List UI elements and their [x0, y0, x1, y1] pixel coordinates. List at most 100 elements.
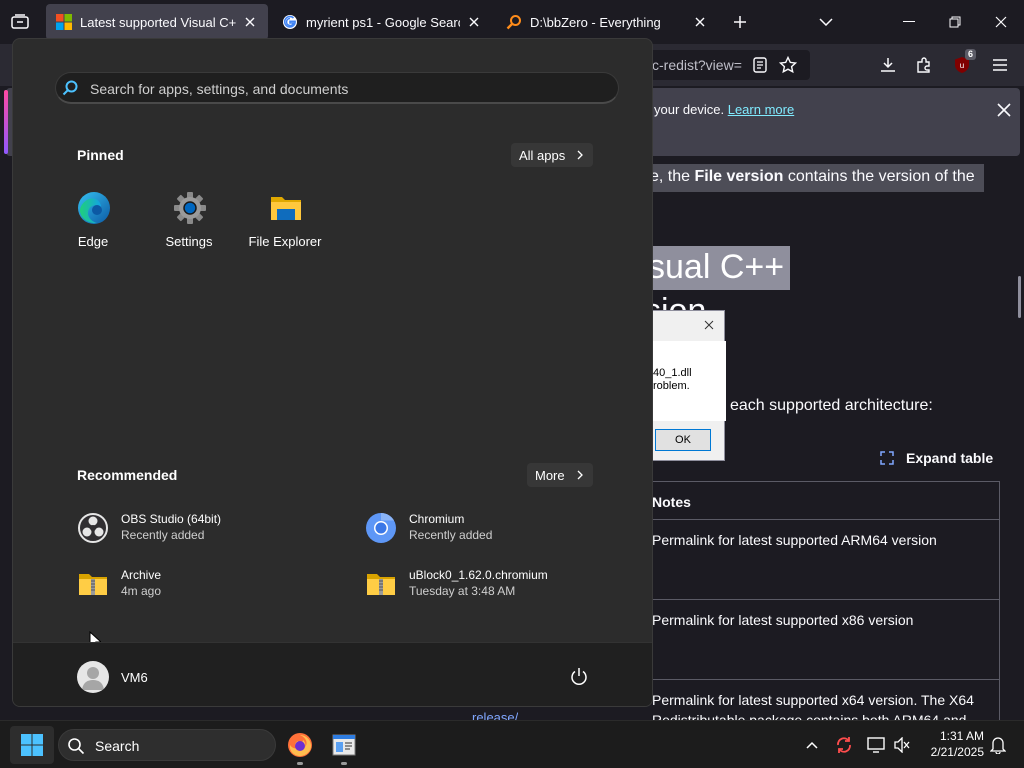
display-network-icon[interactable]: [866, 735, 886, 755]
folder-icon: [271, 197, 301, 220]
taskbar-firefox[interactable]: [282, 727, 318, 765]
firefox-view-icon[interactable]: [8, 11, 32, 33]
ublock-origin-icon[interactable]: u 6: [950, 49, 976, 77]
dialog-message-line: 40_1.dll: [653, 367, 692, 379]
minimize-window-icon[interactable]: [886, 0, 932, 44]
start-button[interactable]: [10, 726, 54, 764]
pinned-app-edge[interactable]: Edge: [45, 191, 141, 261]
zip-folder-icon: [79, 574, 107, 595]
recommended-item-archive[interactable]: Archive 4m ago: [77, 565, 337, 605]
taskbar-search-label: Search: [95, 738, 140, 754]
sidebar-accent-strip: [4, 90, 8, 154]
taskbar-control-panel[interactable]: [326, 727, 362, 765]
windows-logo-icon: [21, 734, 43, 756]
start-search-input[interactable]: Search for apps, settings, and documents: [55, 72, 619, 104]
close-tab-icon[interactable]: [242, 14, 258, 30]
sync-red-icon[interactable]: [834, 735, 854, 755]
pinned-app-settings[interactable]: Settings: [141, 191, 237, 261]
downloads-icon[interactable]: [876, 53, 900, 77]
start-menu-footer: VM6: [13, 642, 652, 706]
power-icon[interactable]: [569, 667, 589, 687]
clock-time: 1:31 AM: [939, 729, 984, 743]
notification-message: your device.: [654, 102, 725, 117]
notifications-bell-icon[interactable]: [988, 735, 1008, 755]
reader-view-icon[interactable]: [748, 53, 772, 77]
recommended-name: OBS Studio (64bit): [121, 512, 222, 526]
expand-table-label: Expand table: [906, 450, 994, 466]
table-header-notes: Notes: [652, 494, 691, 510]
bookmark-star-icon[interactable]: [776, 53, 800, 77]
bold-text: File version: [694, 168, 784, 185]
release-link[interactable]: release/: [472, 710, 518, 720]
recommended-subtitle: Recently added: [409, 528, 493, 542]
recommended-name: Chromium: [409, 512, 465, 526]
dialog-message-line: roblem.: [653, 380, 690, 392]
chevron-right-icon: [577, 150, 584, 160]
app-label: Settings: [165, 234, 213, 249]
system-clock[interactable]: 1:31 AM 2/21/2025: [918, 728, 984, 760]
recommended-heading: Recommended: [77, 467, 178, 483]
chevron-right-icon: [577, 470, 583, 480]
running-indicator: [341, 762, 347, 765]
recommended-item-chromium[interactable]: Chromium Recently added: [365, 509, 625, 549]
taskbar-search-box[interactable]: Search: [58, 729, 276, 761]
learn-more-link[interactable]: Learn more: [728, 102, 794, 117]
text-fragment: contains the version of the: [783, 168, 975, 185]
tab-everything[interactable]: D:\bbZero - Everything: [496, 4, 718, 40]
text-fragment: e, the: [650, 168, 695, 185]
extensions-puzzle-icon[interactable]: [912, 53, 936, 77]
clock-date: 2/21/2025: [930, 745, 984, 759]
app-label: Edge: [77, 234, 109, 249]
tab-title: D:\bbZero - Everything: [530, 14, 661, 30]
dialog-close-icon[interactable]: [701, 317, 717, 333]
close-notification-icon[interactable]: [992, 98, 1016, 122]
new-tab-plus-icon[interactable]: [728, 10, 752, 34]
tab-visual-cpp[interactable]: Latest supported Visual C++ Re: [46, 4, 268, 40]
zip-folder-icon: [367, 574, 395, 595]
user-account-button[interactable]: VM6: [77, 661, 148, 693]
close-tab-icon[interactable]: [466, 14, 482, 30]
avatar: [77, 661, 109, 693]
table-divider: [644, 679, 1000, 680]
list-all-tabs-chevron-icon[interactable]: [814, 10, 838, 34]
google-logo-icon: [283, 15, 297, 29]
close-tab-icon[interactable]: [692, 14, 708, 30]
app-label: File Explorer: [248, 234, 322, 249]
recommended-item-ublock[interactable]: uBlock0_1.62.0.chromium Tuesday at 3:48 …: [365, 565, 625, 605]
body-paragraph: each supported architecture:: [730, 397, 933, 414]
expand-table-button[interactable]: Expand table: [880, 450, 993, 466]
chromium-icon: [366, 513, 396, 543]
page-scrollbar[interactable]: [1018, 276, 1021, 318]
tab-title: myrient ps1 - Google Search: [306, 14, 460, 30]
dialog-message: 40_1.dll roblem.: [653, 367, 692, 393]
all-apps-button[interactable]: All apps: [511, 143, 594, 167]
selected-text-line: e, the File version contains the version…: [644, 164, 984, 192]
extension-badge: 6: [964, 49, 976, 60]
table-cell: Permalink for latest supported ARM64 ver…: [652, 532, 937, 548]
table-cell: Permalink for latest supported x86 versi…: [652, 612, 914, 628]
user-name: VM6: [121, 669, 148, 685]
control-panel-window-icon: [332, 734, 356, 756]
tab-google-search[interactable]: myrient ps1 - Google Search: [272, 4, 492, 40]
recommended-subtitle: 4m ago: [121, 584, 162, 598]
table-divider: [644, 519, 1000, 520]
recommended-item-obs[interactable]: OBS Studio (64bit) Recently added: [77, 509, 337, 549]
close-window-icon[interactable]: [978, 0, 1024, 44]
more-button[interactable]: More: [527, 463, 593, 487]
volume-muted-icon[interactable]: [892, 735, 912, 755]
table-divider: [644, 599, 1000, 600]
url-text: c-redist?view=: [652, 57, 742, 73]
settings-gear-icon: [174, 192, 206, 224]
show-hidden-icons-chevron-icon[interactable]: [802, 735, 822, 755]
hamburger-menu-icon[interactable]: [988, 53, 1012, 77]
start-menu: Search for apps, settings, and documents…: [12, 38, 653, 707]
recommended-subtitle: Recently added: [121, 528, 205, 542]
pinned-app-file-explorer[interactable]: File Explorer: [237, 191, 333, 261]
recommended-name: uBlock0_1.62.0.chromium: [409, 568, 548, 582]
restore-window-icon[interactable]: [932, 0, 978, 44]
section-heading-selected: sual C++: [644, 246, 790, 290]
dialog-ok-button[interactable]: OK: [655, 429, 711, 451]
recommended-name: Archive: [121, 568, 162, 582]
user-avatar-icon: [82, 667, 104, 690]
search-placeholder: Search for apps, settings, and documents: [90, 81, 349, 97]
